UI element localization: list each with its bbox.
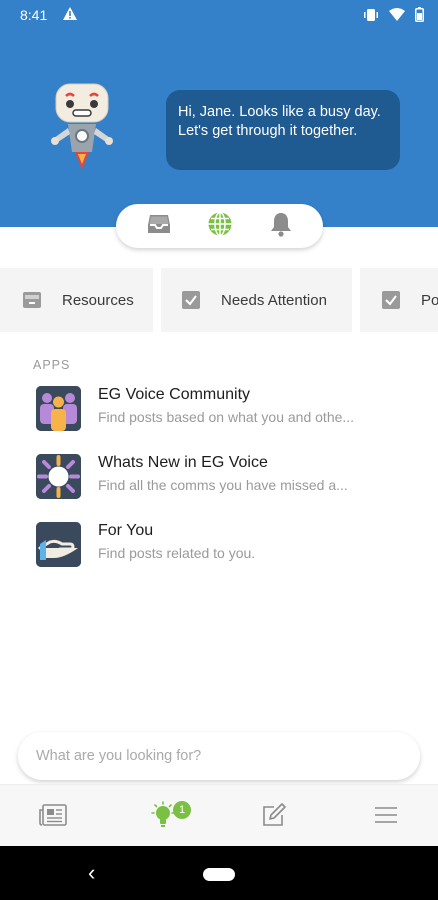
hand-icon (36, 522, 81, 567)
app-name: For You (98, 522, 154, 539)
app-description: Find all the comms you have missed a... (98, 477, 348, 493)
app-description: Find posts based on what you and othe... (98, 409, 355, 425)
filter-chips: Resources Needs Attention Po (0, 268, 438, 332)
nav-news[interactable] (37, 802, 69, 832)
warning-icon (62, 6, 78, 24)
archive-icon (22, 290, 42, 310)
app-item-eg-voice-community[interactable]: EG Voice Community Find posts based on w… (36, 386, 416, 434)
notifications-tab[interactable] (267, 212, 295, 240)
apps-section-title: APPS (33, 358, 71, 372)
mascot-robot-icon (46, 80, 118, 172)
menu-icon (374, 806, 398, 829)
battery-icon (415, 7, 424, 25)
globe-tab[interactable] (206, 211, 234, 242)
compose-icon (261, 802, 287, 833)
status-bar: 8:41 (0, 0, 438, 30)
community-icon (36, 386, 81, 431)
app-screen: 8:41 Hi, Jane. Looks like a busy day. Le… (0, 0, 438, 900)
app-name: EG Voice Community (98, 386, 251, 403)
app-item-for-you[interactable]: For You Find posts related to you. (36, 522, 416, 570)
sun-icon (36, 454, 81, 499)
chip-label: Po (421, 291, 438, 309)
search-bar (0, 722, 438, 784)
chip-needs-attention[interactable]: Needs Attention (161, 268, 352, 332)
checkbox-icon (181, 290, 201, 310)
chip-resources[interactable]: Resources (0, 268, 153, 332)
checkbox-icon (381, 290, 401, 310)
inbox-tab[interactable] (145, 212, 173, 240)
wifi-icon (389, 7, 405, 25)
chip-partial[interactable]: Po (360, 268, 438, 332)
globe-icon (207, 211, 233, 242)
newspaper-icon (39, 803, 67, 831)
nav-menu[interactable] (370, 802, 402, 832)
inbox-icon (147, 213, 171, 240)
greeting-bubble: Hi, Jane. Looks like a busy day. Let's g… (166, 90, 400, 170)
chip-label: Resources (62, 291, 134, 309)
view-switcher (116, 204, 323, 248)
notification-badge: 1 (173, 801, 191, 819)
system-nav-bar: ‹ (0, 846, 438, 900)
app-item-whats-new[interactable]: Whats New in EG Voice Find all the comms… (36, 454, 416, 502)
vibrate-icon (363, 8, 379, 25)
header-banner: Hi, Jane. Looks like a busy day. Let's g… (0, 30, 438, 227)
chip-label: Needs Attention (221, 291, 327, 309)
status-time: 8:41 (20, 7, 48, 23)
back-icon[interactable]: ‹ (88, 862, 95, 884)
search-input[interactable] (18, 732, 420, 780)
app-name: Whats New in EG Voice (98, 454, 268, 471)
app-description: Find posts related to you. (98, 545, 256, 561)
bell-icon (269, 211, 293, 242)
bottom-nav (0, 784, 438, 846)
nav-compose[interactable] (258, 802, 290, 832)
home-pill-icon[interactable] (203, 868, 235, 881)
status-icons (363, 7, 424, 25)
